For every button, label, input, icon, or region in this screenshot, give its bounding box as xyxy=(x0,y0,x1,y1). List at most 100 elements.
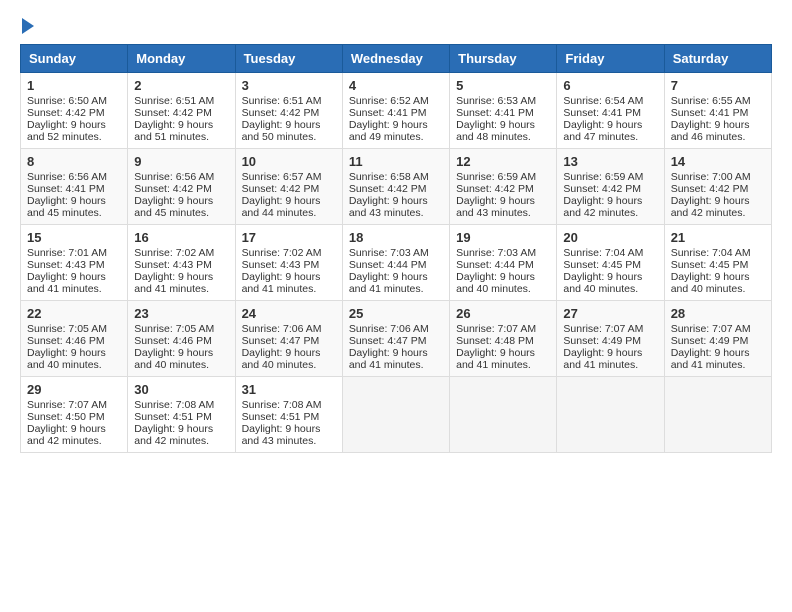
sunset-label: Sunset: 4:42 PM xyxy=(242,107,320,119)
calendar-header-friday: Friday xyxy=(557,45,664,73)
sunrise-label: Sunrise: 6:52 AM xyxy=(349,95,429,107)
day-number: 17 xyxy=(242,230,336,245)
calendar-cell: 24 Sunrise: 7:06 AM Sunset: 4:47 PM Dayl… xyxy=(235,301,342,377)
calendar-cell: 6 Sunrise: 6:54 AM Sunset: 4:41 PM Dayli… xyxy=(557,73,664,149)
day-number: 29 xyxy=(27,382,121,397)
calendar-header-monday: Monday xyxy=(128,45,235,73)
calendar-week-2: 8 Sunrise: 6:56 AM Sunset: 4:41 PM Dayli… xyxy=(21,149,772,225)
sunrise-label: Sunrise: 7:02 AM xyxy=(134,247,214,259)
sunrise-label: Sunrise: 6:56 AM xyxy=(27,171,107,183)
daylight-label: Daylight: 9 hours and 40 minutes. xyxy=(563,271,642,295)
daylight-label: Daylight: 9 hours and 41 minutes. xyxy=(134,271,213,295)
day-number: 12 xyxy=(456,154,550,169)
daylight-label: Daylight: 9 hours and 40 minutes. xyxy=(134,347,213,371)
sunset-label: Sunset: 4:49 PM xyxy=(563,335,641,347)
calendar-cell: 31 Sunrise: 7:08 AM Sunset: 4:51 PM Dayl… xyxy=(235,377,342,453)
sunset-label: Sunset: 4:41 PM xyxy=(349,107,427,119)
sunset-label: Sunset: 4:47 PM xyxy=(242,335,320,347)
sunrise-label: Sunrise: 6:51 AM xyxy=(242,95,322,107)
calendar-cell: 30 Sunrise: 7:08 AM Sunset: 4:51 PM Dayl… xyxy=(128,377,235,453)
sunset-label: Sunset: 4:43 PM xyxy=(242,259,320,271)
daylight-label: Daylight: 9 hours and 43 minutes. xyxy=(456,195,535,219)
calendar-cell: 4 Sunrise: 6:52 AM Sunset: 4:41 PM Dayli… xyxy=(342,73,449,149)
day-number: 22 xyxy=(27,306,121,321)
calendar-cell: 1 Sunrise: 6:50 AM Sunset: 4:42 PM Dayli… xyxy=(21,73,128,149)
calendar-cell: 19 Sunrise: 7:03 AM Sunset: 4:44 PM Dayl… xyxy=(450,225,557,301)
sunrise-label: Sunrise: 7:07 AM xyxy=(27,399,107,411)
day-number: 27 xyxy=(563,306,657,321)
daylight-label: Daylight: 9 hours and 40 minutes. xyxy=(242,347,321,371)
day-number: 14 xyxy=(671,154,765,169)
day-number: 18 xyxy=(349,230,443,245)
day-number: 28 xyxy=(671,306,765,321)
day-number: 25 xyxy=(349,306,443,321)
sunrise-label: Sunrise: 6:50 AM xyxy=(27,95,107,107)
day-number: 9 xyxy=(134,154,228,169)
day-number: 10 xyxy=(242,154,336,169)
sunrise-label: Sunrise: 7:08 AM xyxy=(134,399,214,411)
daylight-label: Daylight: 9 hours and 42 minutes. xyxy=(134,423,213,447)
sunset-label: Sunset: 4:46 PM xyxy=(134,335,212,347)
sunrise-label: Sunrise: 7:00 AM xyxy=(671,171,751,183)
daylight-label: Daylight: 9 hours and 41 minutes. xyxy=(27,271,106,295)
logo-arrow-icon xyxy=(22,18,34,34)
day-number: 6 xyxy=(563,78,657,93)
day-number: 30 xyxy=(134,382,228,397)
sunrise-label: Sunrise: 7:05 AM xyxy=(134,323,214,335)
calendar-header-thursday: Thursday xyxy=(450,45,557,73)
daylight-label: Daylight: 9 hours and 42 minutes. xyxy=(27,423,106,447)
sunrise-label: Sunrise: 6:59 AM xyxy=(563,171,643,183)
calendar-cell: 10 Sunrise: 6:57 AM Sunset: 4:42 PM Dayl… xyxy=(235,149,342,225)
calendar-cell: 14 Sunrise: 7:00 AM Sunset: 4:42 PM Dayl… xyxy=(664,149,771,225)
calendar-cell: 18 Sunrise: 7:03 AM Sunset: 4:44 PM Dayl… xyxy=(342,225,449,301)
daylight-label: Daylight: 9 hours and 50 minutes. xyxy=(242,119,321,143)
calendar-table: SundayMondayTuesdayWednesdayThursdayFrid… xyxy=(20,44,772,453)
sunset-label: Sunset: 4:43 PM xyxy=(27,259,105,271)
day-number: 31 xyxy=(242,382,336,397)
daylight-label: Daylight: 9 hours and 40 minutes. xyxy=(27,347,106,371)
sunrise-label: Sunrise: 7:01 AM xyxy=(27,247,107,259)
sunrise-label: Sunrise: 6:57 AM xyxy=(242,171,322,183)
calendar-cell: 21 Sunrise: 7:04 AM Sunset: 4:45 PM Dayl… xyxy=(664,225,771,301)
sunset-label: Sunset: 4:42 PM xyxy=(134,183,212,195)
sunset-label: Sunset: 4:43 PM xyxy=(134,259,212,271)
calendar-cell: 12 Sunrise: 6:59 AM Sunset: 4:42 PM Dayl… xyxy=(450,149,557,225)
calendar-cell: 23 Sunrise: 7:05 AM Sunset: 4:46 PM Dayl… xyxy=(128,301,235,377)
calendar-cell: 9 Sunrise: 6:56 AM Sunset: 4:42 PM Dayli… xyxy=(128,149,235,225)
sunrise-label: Sunrise: 6:53 AM xyxy=(456,95,536,107)
sunrise-label: Sunrise: 7:03 AM xyxy=(456,247,536,259)
sunrise-label: Sunrise: 6:54 AM xyxy=(563,95,643,107)
calendar-cell: 27 Sunrise: 7:07 AM Sunset: 4:49 PM Dayl… xyxy=(557,301,664,377)
daylight-label: Daylight: 9 hours and 45 minutes. xyxy=(134,195,213,219)
sunrise-label: Sunrise: 7:05 AM xyxy=(27,323,107,335)
sunrise-label: Sunrise: 6:51 AM xyxy=(134,95,214,107)
calendar-header-tuesday: Tuesday xyxy=(235,45,342,73)
sunrise-label: Sunrise: 7:04 AM xyxy=(563,247,643,259)
day-number: 13 xyxy=(563,154,657,169)
day-number: 8 xyxy=(27,154,121,169)
sunset-label: Sunset: 4:51 PM xyxy=(134,411,212,423)
daylight-label: Daylight: 9 hours and 42 minutes. xyxy=(563,195,642,219)
calendar-header-sunday: Sunday xyxy=(21,45,128,73)
sunset-label: Sunset: 4:41 PM xyxy=(456,107,534,119)
day-number: 1 xyxy=(27,78,121,93)
calendar-header-wednesday: Wednesday xyxy=(342,45,449,73)
daylight-label: Daylight: 9 hours and 48 minutes. xyxy=(456,119,535,143)
day-number: 16 xyxy=(134,230,228,245)
calendar-cell xyxy=(664,377,771,453)
sunset-label: Sunset: 4:42 PM xyxy=(563,183,641,195)
day-number: 15 xyxy=(27,230,121,245)
calendar-cell: 29 Sunrise: 7:07 AM Sunset: 4:50 PM Dayl… xyxy=(21,377,128,453)
calendar-header-saturday: Saturday xyxy=(664,45,771,73)
sunset-label: Sunset: 4:42 PM xyxy=(242,183,320,195)
calendar-cell: 3 Sunrise: 6:51 AM Sunset: 4:42 PM Dayli… xyxy=(235,73,342,149)
sunrise-label: Sunrise: 6:59 AM xyxy=(456,171,536,183)
sunrise-label: Sunrise: 7:07 AM xyxy=(456,323,536,335)
sunset-label: Sunset: 4:41 PM xyxy=(671,107,749,119)
daylight-label: Daylight: 9 hours and 47 minutes. xyxy=(563,119,642,143)
sunset-label: Sunset: 4:44 PM xyxy=(456,259,534,271)
sunrise-label: Sunrise: 7:07 AM xyxy=(671,323,751,335)
day-number: 21 xyxy=(671,230,765,245)
sunset-label: Sunset: 4:46 PM xyxy=(27,335,105,347)
sunrise-label: Sunrise: 7:08 AM xyxy=(242,399,322,411)
